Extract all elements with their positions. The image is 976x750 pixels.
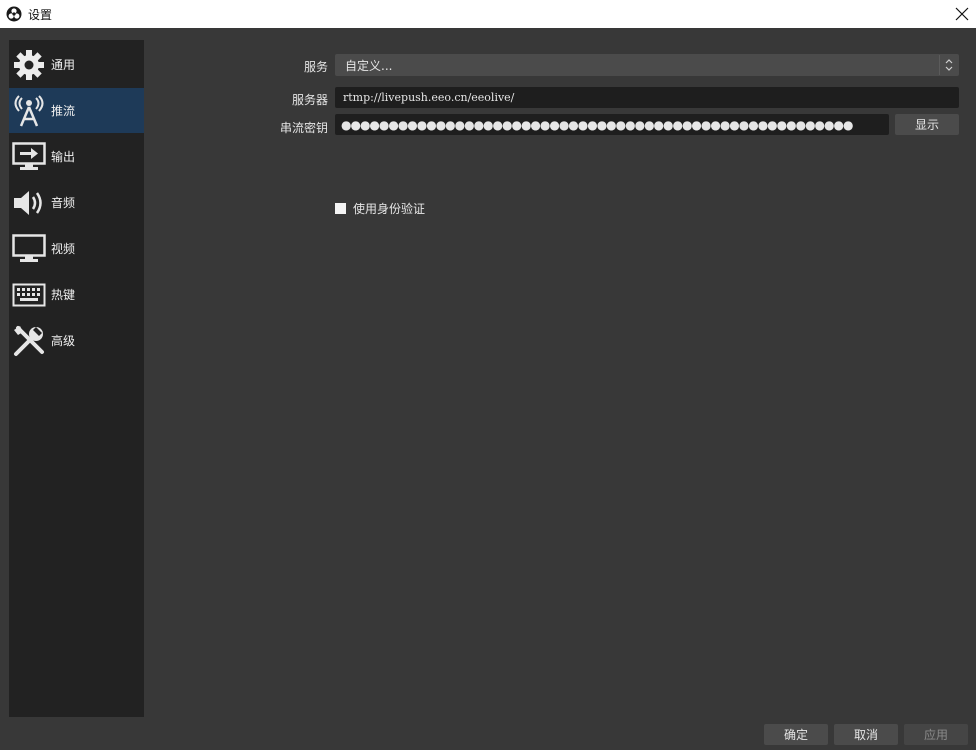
stream-key-input[interactable]: ●●●●●●●●●●●●●●●●●●●●●●●●●●●●●●●●●●●●●●●●… — [335, 114, 889, 135]
sidebar-item-label: 热键 — [51, 288, 76, 302]
window-title: 设置 — [28, 8, 53, 22]
title-bar: 设置 — [0, 0, 976, 28]
chevron-up-down-icon — [945, 59, 953, 71]
stream-key-label: 串流密钥 — [279, 121, 328, 135]
sidebar-item-label: 音频 — [51, 196, 76, 210]
sidebar-item-stream[interactable]: 推流 — [9, 88, 144, 133]
monitor-icon — [11, 232, 47, 266]
use-auth-checkbox[interactable] — [335, 203, 346, 214]
sidebar-item-label: 高级 — [51, 334, 76, 348]
tools-icon — [11, 324, 47, 358]
service-select[interactable]: 自定义... — [335, 54, 959, 76]
ok-button[interactable]: 确定 — [764, 724, 828, 745]
sidebar-item-video[interactable]: 视频 — [9, 226, 144, 271]
use-auth-label: 使用身份验证 — [353, 202, 426, 216]
select-arrows[interactable] — [939, 55, 958, 75]
stream-key-masked: ●●●●●●●●●●●●●●●●●●●●●●●●●●●●●●●●●●●●●●●●… — [341, 117, 853, 132]
gear-icon — [11, 48, 47, 82]
sidebar-item-label: 输出 — [51, 150, 76, 164]
speaker-icon — [11, 186, 47, 220]
service-label: 服务 — [303, 60, 328, 74]
use-auth-checkbox-row[interactable]: 使用身份验证 — [335, 200, 425, 217]
server-input[interactable]: rtmp://livepush.eeo.cn/eeolive/ — [335, 87, 959, 108]
sidebar-item-advanced[interactable]: 高级 — [9, 318, 144, 363]
sidebar-item-label: 推流 — [51, 104, 76, 118]
service-select-value: 自定义... — [345, 58, 393, 73]
server-label: 服务器 — [291, 93, 328, 107]
server-input-value: rtmp://livepush.eeo.cn/eeolive/ — [343, 91, 515, 104]
sidebar-item-label: 视频 — [51, 242, 76, 256]
settings-sidebar: 通用 推流 输出 音频 视频 热键 高级 — [9, 40, 144, 717]
cancel-button[interactable]: 取消 — [834, 724, 898, 745]
sidebar-item-output[interactable]: 输出 — [9, 134, 144, 179]
apply-button[interactable]: 应用 — [904, 724, 968, 745]
output-icon — [11, 140, 47, 174]
antenna-icon — [11, 94, 47, 128]
obs-logo-icon — [6, 6, 22, 22]
close-button[interactable] — [948, 0, 976, 28]
keyboard-icon — [11, 278, 47, 312]
sidebar-item-general[interactable]: 通用 — [9, 42, 144, 87]
sidebar-item-label: 通用 — [51, 58, 76, 72]
close-icon — [955, 7, 969, 21]
sidebar-item-hotkeys[interactable]: 热键 — [9, 272, 144, 317]
sidebar-item-audio[interactable]: 音频 — [9, 180, 144, 225]
show-key-button[interactable]: 显示 — [895, 114, 959, 135]
